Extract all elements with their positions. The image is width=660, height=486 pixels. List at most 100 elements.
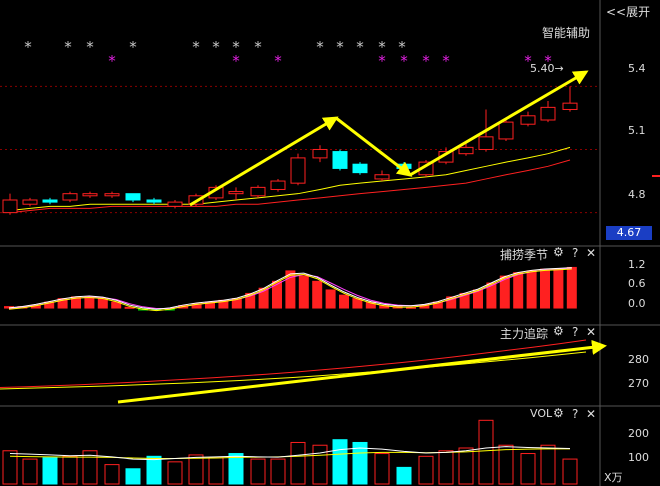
bull-bar [553,268,564,309]
candle-body [312,148,328,159]
candle-body [540,106,556,121]
candle-body [2,199,18,214]
candle-body [167,201,183,207]
help-icon[interactable]: ? [572,407,578,421]
signal-marker-gray: * [24,38,32,56]
trend-arrow [409,70,589,177]
candle-body [125,193,141,201]
candle-body [374,174,390,180]
signal-marker-magenta: * [232,52,240,70]
volume-bar [332,439,348,485]
vol-unit-label: X万 [604,471,623,484]
volume-bar [396,466,412,485]
signal-marker-gray: * [254,38,262,56]
expand-panel-button[interactable]: <<展开 [606,3,650,20]
signal-marker-magenta: * [400,52,408,70]
bull-bar [325,289,336,309]
ma-line-red [9,159,571,214]
main-axis-label: 5.1 [628,124,646,137]
volume-bar [498,444,514,485]
gear-icon[interactable]: ⚙ [553,406,564,420]
volume-bar [2,450,18,485]
signal-marker-magenta: * [274,52,282,70]
bull-bar [540,268,550,309]
volume-bar [520,453,536,485]
signal-marker-gray: * [64,38,72,56]
bull-bar [272,280,282,309]
candle-body [352,163,368,174]
signal-marker-gray: * [192,38,200,56]
volume-bar [42,457,58,485]
bull-bar [566,266,577,309]
close-icon[interactable]: ✕ [586,325,596,339]
signal-marker-gray: * [356,38,364,56]
signal-marker-gray: * [212,38,220,56]
volume-bar [374,453,390,485]
signal-marker-magenta: * [378,52,386,70]
bull-bar [84,296,95,309]
trend-arrow [117,339,607,404]
bull-axis-label: 1.2 [628,258,646,271]
panel-title-vol: VOL [530,407,553,420]
volume-bar [478,419,494,485]
current-price-box: 4.67 [606,226,652,240]
candle-body [104,193,120,197]
bull-bar [298,275,309,309]
close-icon[interactable]: ✕ [586,407,596,421]
track-axis-label: 280 [628,353,649,366]
candle-body [478,136,494,150]
signal-marker-magenta: * [422,52,430,70]
price-tag-label: 5.40→ [530,62,564,75]
signal-marker-magenta: * [442,52,450,70]
volume-bar [458,447,474,485]
signal-marker-gray: * [336,38,344,56]
signal-marker-gray: * [86,38,94,56]
signal-marker-magenta: * [108,52,116,70]
volume-bar [562,458,578,485]
volume-bar [22,458,38,485]
candle-body [82,193,98,197]
panel-title-bull-season: 捕捞季节 [500,248,549,262]
volume-bar [290,441,306,485]
candle-body [332,151,348,169]
vol-axis-label: 200 [628,427,649,440]
bull-bar [513,272,524,309]
gear-icon[interactable]: ⚙ [553,324,564,338]
signal-marker-gray: * [129,38,137,56]
volume-bar [146,455,162,485]
volume-bar [438,450,454,485]
volume-bar [418,455,434,485]
candle-body [520,115,536,125]
candle-body [42,199,58,203]
volume-bar [312,444,328,485]
volume-bar [228,453,244,485]
candle-body [562,102,578,110]
volume-bar [540,444,556,485]
track-axis-label: 270 [628,377,649,390]
volume-bar [188,454,204,485]
bull-bar [312,280,323,309]
help-icon[interactable]: ? [572,246,578,260]
volume-bar [167,461,183,485]
bull-bar [526,270,537,309]
volume-bar [208,457,224,485]
candle-body [250,186,266,197]
bull-axis-label: 0.0 [628,297,646,310]
help-icon[interactable]: ? [572,325,578,339]
bull-bar [339,294,349,309]
candle-body [228,191,244,195]
panel-title-smart-assist: 智能辅助 [542,26,591,40]
close-icon[interactable]: ✕ [586,246,596,260]
panel-title-main-track: 主力追踪 [500,327,549,341]
volume-bar [270,458,286,485]
volume-bar [250,458,266,485]
bull-axis-label: 0.6 [628,277,646,290]
candle-body [290,157,306,184]
candle-body [22,199,38,205]
main-axis-label: 4.8 [628,188,646,201]
candle-body [270,180,286,190]
gear-icon[interactable]: ⚙ [553,245,564,259]
signal-marker-gray: * [316,38,324,56]
candle-body [498,121,514,140]
candle-body [146,199,162,203]
